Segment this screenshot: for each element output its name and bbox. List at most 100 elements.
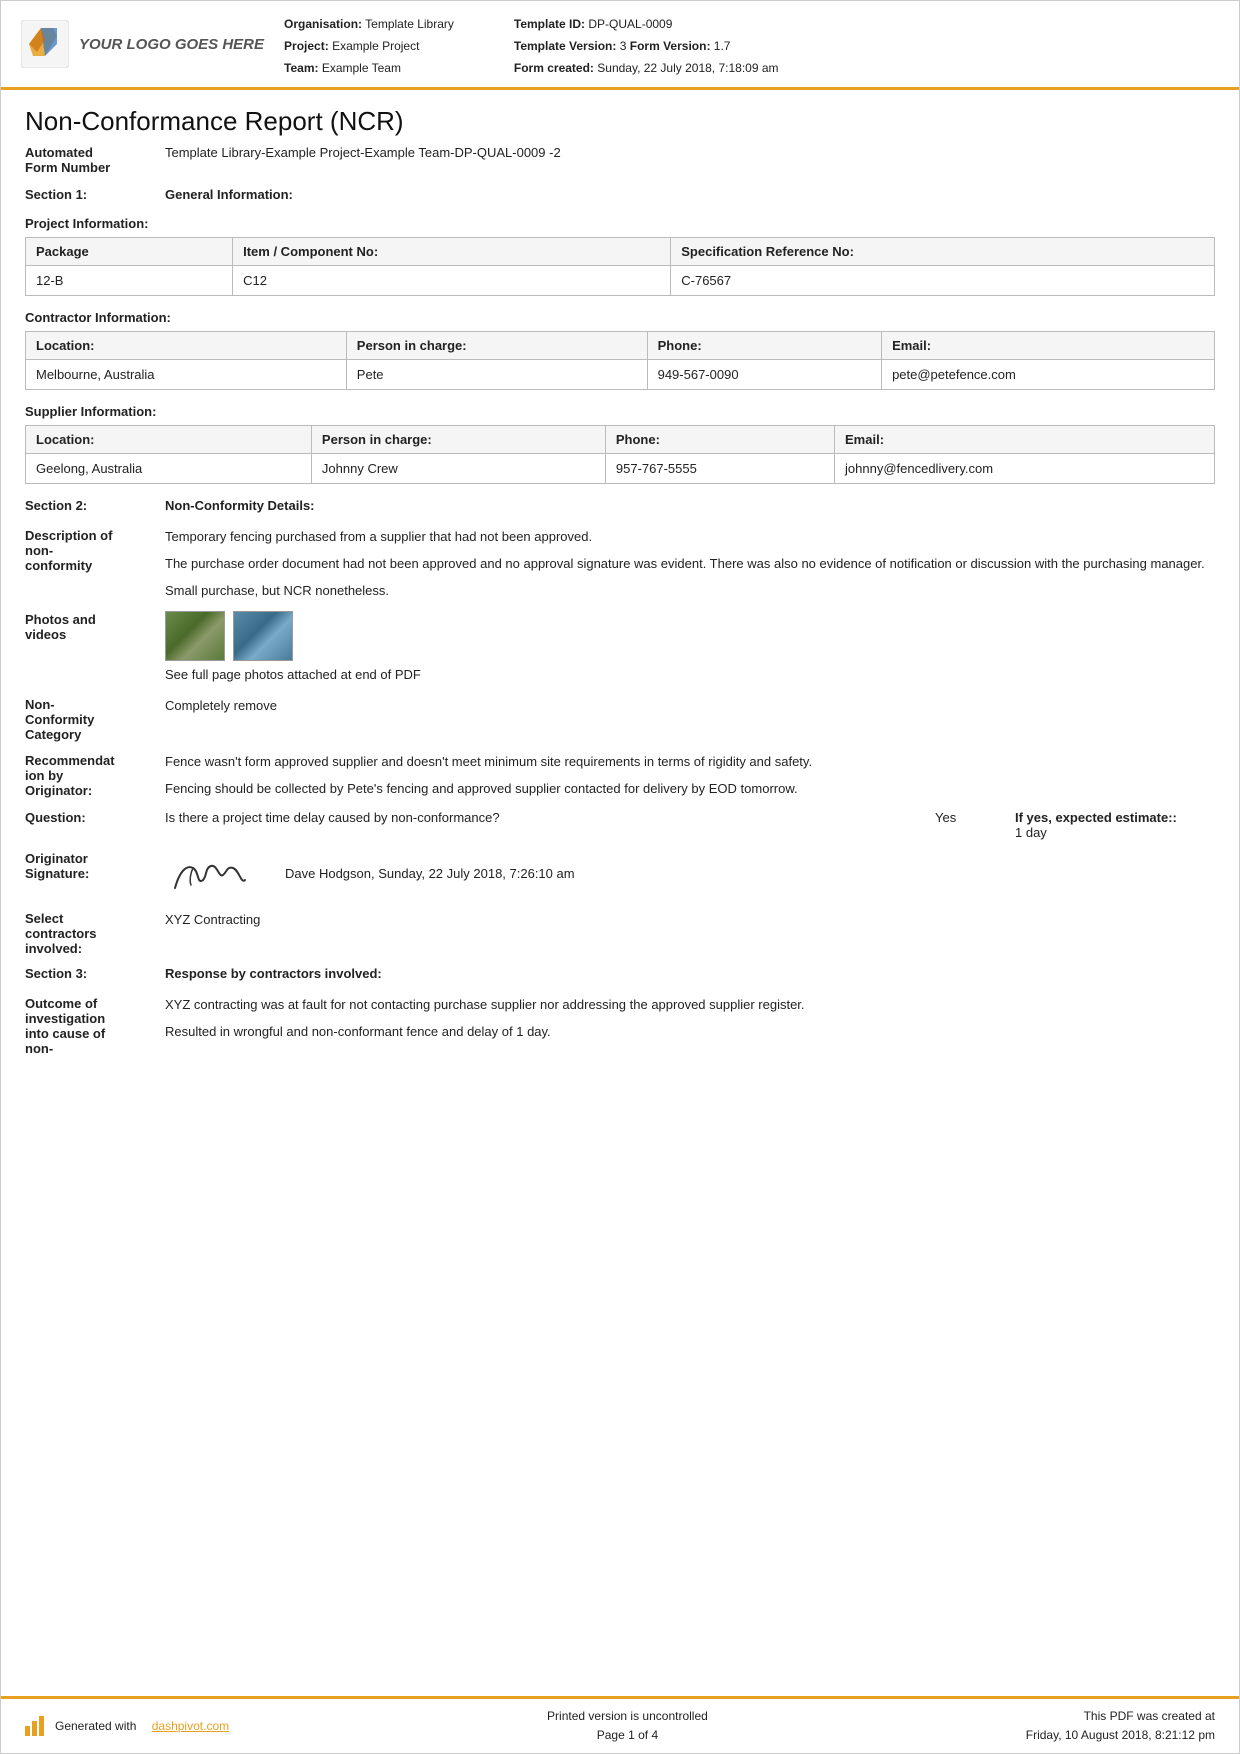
photo-thumb-2	[233, 611, 293, 661]
table-row: Melbourne, Australia Pete 949-567-0090 p…	[26, 360, 1215, 390]
question-content: Is there a project time delay caused by …	[165, 810, 1215, 840]
originator-sig-row: OriginatorSignature: Dave Hodgson, Sunda…	[25, 850, 1215, 900]
dashpivot-icon	[25, 1716, 49, 1736]
question-estimate: If yes, expected estimate:: 1 day	[1015, 810, 1215, 840]
outcome-para-2: Resulted in wrongful and non-conformant …	[165, 1022, 1215, 1043]
question-estimate-label: If yes, expected estimate::	[1015, 810, 1177, 825]
report-title: Non-Conformance Report (NCR)	[25, 106, 1215, 137]
outcome-label: Outcome ofinvestigationinto cause ofnon-	[25, 995, 165, 1056]
description-para-1: Temporary fencing purchased from a suppl…	[165, 527, 1215, 548]
supplier-email: johnny@fencedlivery.com	[835, 454, 1215, 484]
section3-title: Response by contractors involved:	[165, 966, 382, 981]
contractor-location: Melbourne, Australia	[26, 360, 347, 390]
recommendation-value: Fence wasn't form approved supplier and …	[165, 752, 1215, 800]
signature-image	[165, 850, 265, 900]
section1-header: Section 1: General Information:	[25, 187, 1215, 202]
header-meta-left: Organisation: Template Library Project: …	[284, 15, 454, 77]
form-number-value: Template Library-Example Project-Example…	[165, 145, 561, 160]
project-item: C12	[233, 266, 671, 296]
contractor-table: Location: Person in charge: Phone: Email…	[25, 331, 1215, 390]
contractor-info-title: Contractor Information:	[25, 310, 1215, 325]
recommendation-row: Recommendation byOriginator: Fence wasn'…	[25, 752, 1215, 800]
signature-meta: Dave Hodgson, Sunday, 22 July 2018, 7:26…	[285, 864, 575, 885]
photos-area	[165, 611, 1215, 661]
signature-area: Dave Hodgson, Sunday, 22 July 2018, 7:26…	[165, 850, 1215, 900]
photos-caption: See full page photos attached at end of …	[165, 665, 1215, 686]
supplier-table: Location: Person in charge: Phone: Email…	[25, 425, 1215, 484]
project-col-1: Package	[26, 238, 233, 266]
nc-category-row: Non-ConformityCategory Completely remove	[25, 696, 1215, 742]
question-answer: Yes	[935, 810, 1015, 825]
contractor-person: Pete	[346, 360, 647, 390]
header-meta: Organisation: Template Library Project: …	[284, 11, 1219, 77]
outcome-value: XYZ contracting was at fault for not con…	[165, 995, 1215, 1043]
contractors-row: Selectcontractorsinvolved: XYZ Contracti…	[25, 910, 1215, 956]
contractors-label: Selectcontractorsinvolved:	[25, 910, 165, 956]
footer-dashpivot-link[interactable]: dashpivot.com	[152, 1719, 229, 1733]
footer-generated-text: Generated with	[55, 1719, 136, 1733]
footer-page: Page 1 of 4	[547, 1726, 708, 1745]
question-row: Question: Is there a project time delay …	[25, 810, 1215, 840]
logo-text: YOUR LOGO GOES HERE	[79, 36, 264, 53]
template-id-row: Template ID: DP-QUAL-0009	[514, 15, 779, 33]
photo-thumb-1	[165, 611, 225, 661]
logo-area: YOUR LOGO GOES HERE	[21, 11, 264, 77]
section1-label: Section 1:	[25, 187, 165, 202]
project-col-2: Item / Component No:	[233, 238, 671, 266]
recommendation-para-1: Fence wasn't form approved supplier and …	[165, 752, 1215, 773]
form-created-row: Form created: Sunday, 22 July 2018, 7:18…	[514, 59, 779, 77]
nc-category-value: Completely remove	[165, 696, 1215, 717]
question-label: Question:	[25, 810, 165, 825]
project-info-title: Project Information:	[25, 216, 1215, 231]
recommendation-para-2: Fencing should be collected by Pete's fe…	[165, 779, 1215, 800]
footer-created-label: This PDF was created at	[1026, 1707, 1215, 1726]
description-row: Description ofnon-conformity Temporary f…	[25, 527, 1215, 601]
supplier-col-3: Phone:	[605, 426, 834, 454]
section1-title: General Information:	[165, 187, 293, 202]
footer: Generated with dashpivot.com Printed ver…	[1, 1696, 1239, 1753]
table-row: Geelong, Australia Johnny Crew 957-767-5…	[26, 454, 1215, 484]
supplier-location: Geelong, Australia	[26, 454, 312, 484]
project-row: Project: Example Project	[284, 37, 454, 55]
supplier-person: Johnny Crew	[311, 454, 605, 484]
description-para-3: Small purchase, but NCR nonetheless.	[165, 581, 1215, 602]
supplier-info-title: Supplier Information:	[25, 404, 1215, 419]
form-number-label: AutomatedForm Number	[25, 145, 165, 175]
description-label: Description ofnon-conformity	[25, 527, 165, 573]
supplier-phone: 957-767-5555	[605, 454, 834, 484]
logo-icon	[21, 20, 69, 68]
header-meta-right: Template ID: DP-QUAL-0009 Template Versi…	[514, 15, 779, 77]
supplier-col-2: Person in charge:	[311, 426, 605, 454]
footer-created-date: Friday, 10 August 2018, 8:21:12 pm	[1026, 1726, 1215, 1745]
supplier-col-1: Location:	[26, 426, 312, 454]
section2-title: Non-Conformity Details:	[165, 498, 315, 513]
description-para-2: The purchase order document had not been…	[165, 554, 1215, 575]
recommendation-label: Recommendation byOriginator:	[25, 752, 165, 798]
project-col-3: Specification Reference No:	[671, 238, 1215, 266]
section2-label: Section 2:	[25, 498, 165, 513]
originator-sig-value: Dave Hodgson, Sunday, 22 July 2018, 7:26…	[165, 850, 1215, 900]
template-version-row: Template Version: 3 Form Version: 1.7	[514, 37, 779, 55]
footer-uncontrolled: Printed version is uncontrolled	[547, 1707, 708, 1726]
project-package: 12-B	[26, 266, 233, 296]
footer-right: This PDF was created at Friday, 10 Augus…	[1026, 1707, 1215, 1745]
question-estimate-value: 1 day	[1015, 825, 1047, 840]
outcome-row: Outcome ofinvestigationinto cause ofnon-…	[25, 995, 1215, 1056]
contractor-col-2: Person in charge:	[346, 332, 647, 360]
header: YOUR LOGO GOES HERE Organisation: Templa…	[1, 1, 1239, 90]
table-row: 12-B C12 C-76567	[26, 266, 1215, 296]
project-spec: C-76567	[671, 266, 1215, 296]
photos-row: Photos andvideos See full page photos at…	[25, 611, 1215, 686]
outcome-para-1: XYZ contracting was at fault for not con…	[165, 995, 1215, 1016]
main-content: Non-Conformance Report (NCR) AutomatedFo…	[1, 90, 1239, 1696]
photos-label: Photos andvideos	[25, 611, 165, 642]
footer-center: Printed version is uncontrolled Page 1 o…	[547, 1707, 708, 1745]
question-text: Is there a project time delay caused by …	[165, 810, 935, 825]
contractor-col-3: Phone:	[647, 332, 881, 360]
description-value: Temporary fencing purchased from a suppl…	[165, 527, 1215, 601]
photos-value: See full page photos attached at end of …	[165, 611, 1215, 686]
contractors-value: XYZ Contracting	[165, 910, 1215, 931]
org-row: Organisation: Template Library	[284, 15, 454, 33]
footer-left: Generated with dashpivot.com	[25, 1716, 229, 1736]
section2-header: Section 2: Non-Conformity Details:	[25, 498, 1215, 513]
